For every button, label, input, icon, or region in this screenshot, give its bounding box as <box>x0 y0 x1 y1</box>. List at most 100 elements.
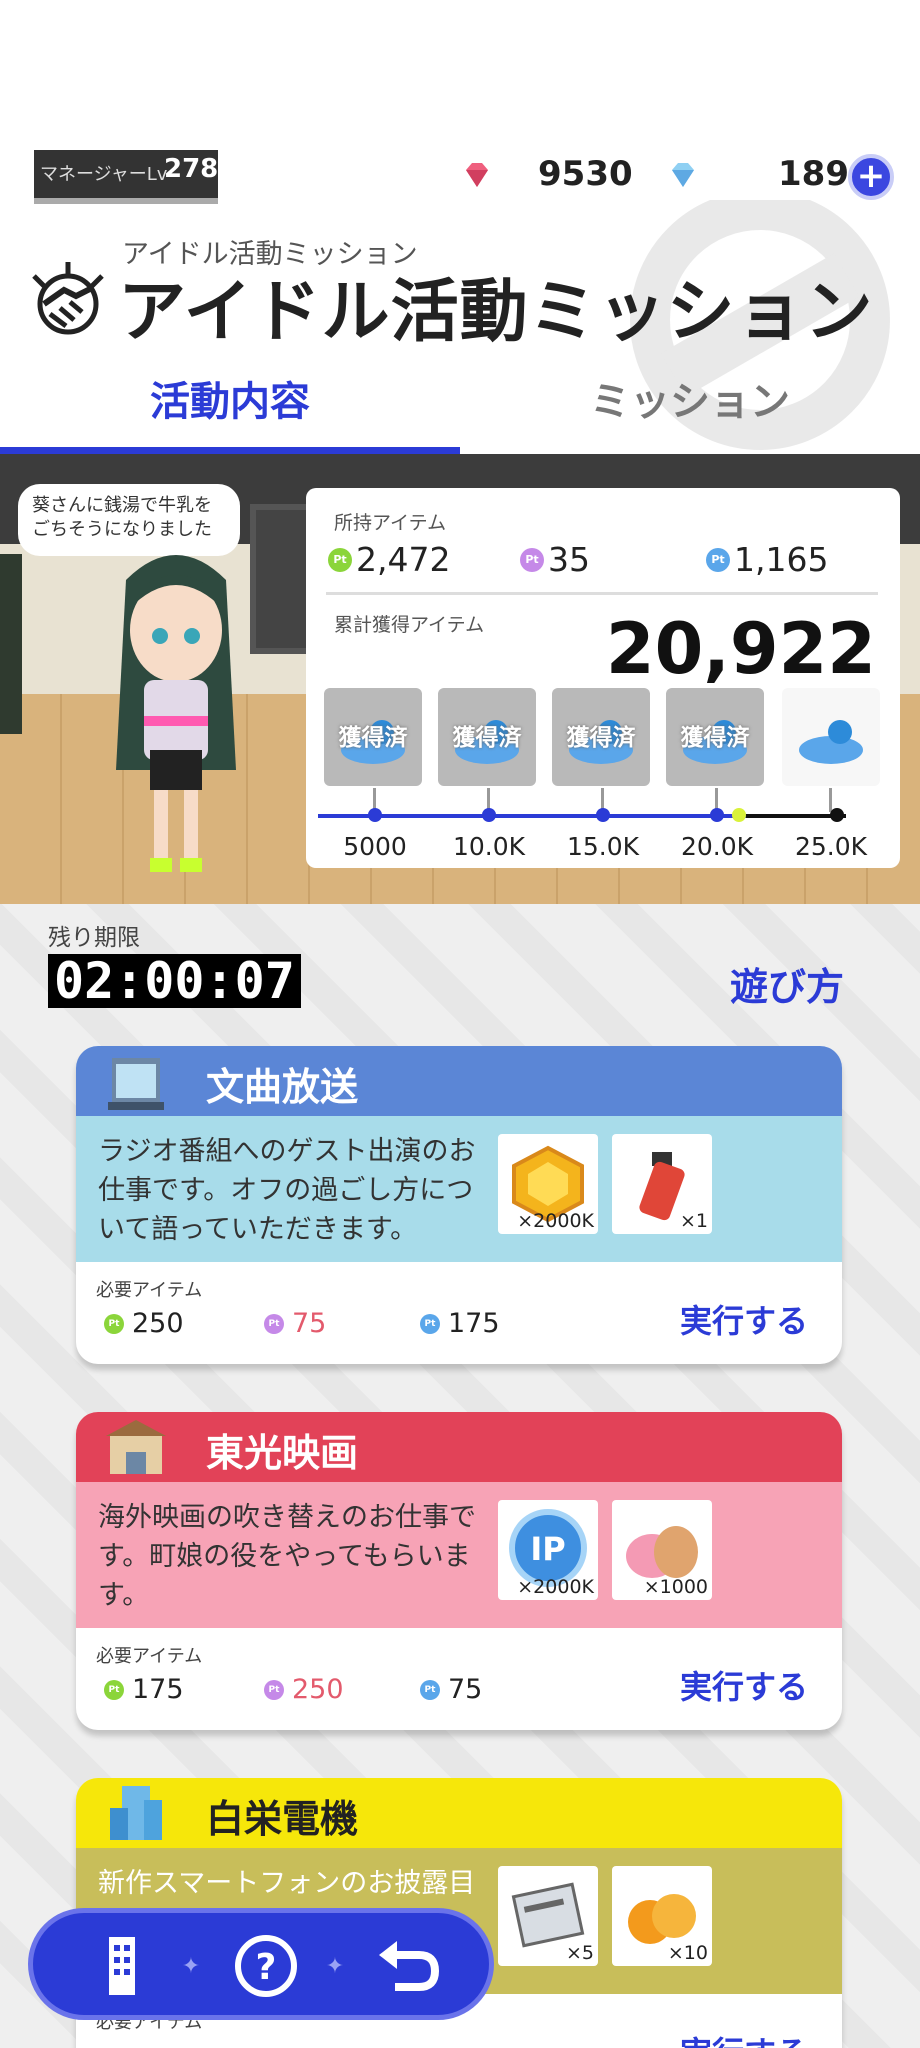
acquired-label: 獲得済 <box>680 725 750 751</box>
green-pt-icon: Pt <box>104 1679 124 1700</box>
milestone-reward[interactable]: 獲得済 <box>666 688 764 786</box>
red-gem-icon <box>462 160 492 190</box>
required-item-value: 75 <box>292 1308 327 1339</box>
acquired-label: 獲得済 <box>452 725 522 751</box>
purple-pt-icon: Pt <box>264 1313 284 1334</box>
milestone-label: 15.0K <box>566 832 640 861</box>
svg-text:IP: IP <box>530 1530 565 1568</box>
progress-node <box>830 808 844 822</box>
required-item-purple: Pt 75 <box>264 1308 326 1339</box>
building-icon <box>110 1786 162 1840</box>
mission-card-header: 文曲放送 <box>76 1046 842 1116</box>
reward-quantity: ×10 <box>667 1942 708 1964</box>
idol-character[interactable] <box>96 540 256 880</box>
execute-button[interactable]: 実行する <box>680 2028 808 2048</box>
milestone-reward[interactable] <box>782 688 880 786</box>
reward-quantity: ×1 <box>679 1210 708 1232</box>
acquired-label: 獲得済 <box>338 725 408 751</box>
tab-mission[interactable]: ミッション <box>460 362 920 454</box>
milestone-label: 5000 <box>343 832 407 861</box>
mission-card-header: 白栄電機 <box>76 1778 842 1848</box>
owned-item-value: 35 <box>548 540 590 579</box>
reward-item[interactable]: ×2000K <box>498 1134 598 1234</box>
milestone-tick <box>829 788 832 812</box>
owned-item-value: 1,165 <box>734 540 829 579</box>
mission-card: 東光映画 海外映画の吹き替えのお仕事です。町娘の役をやってもらいます。 IP ×… <box>76 1412 842 1730</box>
required-items-label: 必要アイテム <box>96 1280 203 1301</box>
progress-node <box>482 808 496 822</box>
execute-button[interactable]: 実行する <box>680 1662 808 1708</box>
purple-pt-icon: Pt <box>264 1679 284 1700</box>
back-arrow-icon[interactable] <box>373 1931 443 2001</box>
blue-gem-icon <box>668 160 698 190</box>
reward-quantity: ×5 <box>565 1942 594 1964</box>
bottom-nav: ✦ ? ✦ <box>28 1908 494 2020</box>
milestone-reward[interactable]: 獲得済 <box>552 688 650 786</box>
reward-item[interactable]: ×10 <box>612 1866 712 1966</box>
plus-icon[interactable]: + <box>848 154 894 200</box>
progress-node <box>710 808 724 822</box>
mission-card: 文曲放送 ラジオ番組へのゲスト出演のお仕事です。オフの過ごし方について語っていた… <box>76 1046 842 1364</box>
separator-sparkle-icon: ✦ <box>181 1954 201 1979</box>
required-items-label: 必要アイテム <box>96 1646 203 1667</box>
progress-node <box>596 808 610 822</box>
svg-text:?: ? <box>256 1947 277 1988</box>
mission-description: ラジオ番組へのゲスト出演のお仕事です。オフの過ごし方について語っていただきます。 <box>98 1136 476 1245</box>
help-icon[interactable]: ? <box>231 1931 301 2001</box>
mission-description-area: ラジオ番組へのゲスト出演のお仕事です。オフの過ごし方について語っていただきます。… <box>76 1116 842 1262</box>
reward-quantity: ×1000 <box>643 1576 708 1598</box>
green-pt-icon: Pt <box>104 1313 124 1334</box>
execute-button[interactable]: 実行する <box>680 1296 808 1342</box>
blue-pt-icon: Pt <box>420 1679 440 1700</box>
deadline-timer: 02:00:07 <box>48 954 301 1008</box>
milestone-label: 20.0K <box>680 832 754 861</box>
handshake-icon <box>32 262 104 335</box>
blue-pt-icon: Pt <box>420 1313 440 1334</box>
owned-item-green: Pt 2,472 <box>328 540 450 579</box>
speech-text: 葵さんに銭湯で牛乳を ごちそうになりました <box>32 495 212 540</box>
divider <box>326 592 878 595</box>
page-title: アイドル活動ミッション <box>118 273 874 352</box>
currency-blue-value: 189 <box>778 154 849 194</box>
milestone-label: 25.0K <box>794 832 868 861</box>
scene-board <box>0 554 22 734</box>
required-item-value: 250 <box>292 1674 344 1705</box>
reward-item[interactable]: ×1 <box>612 1134 712 1234</box>
tab-activity[interactable]: 活動内容 <box>0 362 460 454</box>
purple-pt-icon: Pt <box>520 547 544 572</box>
progress-track <box>318 808 878 822</box>
owned-items-label: 所持アイテム <box>334 512 447 534</box>
owned-item-purple: Pt 35 <box>520 540 590 579</box>
milestone-label: 10.0K <box>452 832 526 861</box>
reward-item[interactable]: ×5 <box>498 1866 598 1966</box>
required-item-blue: Pt 75 <box>420 1674 482 1705</box>
total-items-value: 20,922 <box>605 608 876 690</box>
progress-node <box>368 808 382 822</box>
cloud-reward-icon <box>799 720 863 764</box>
mission-name: 東光映画 <box>206 1431 359 1475</box>
reward-quantity: ×2000K <box>517 1210 594 1232</box>
building-icon <box>108 1058 164 1110</box>
mission-card-header: 東光映画 <box>76 1412 842 1482</box>
mission-description: 新作スマートフォンのお披露目 <box>98 1868 476 1899</box>
separator-sparkle-icon: ✦ <box>325 1954 345 1979</box>
acquired-label: 獲得済 <box>566 725 636 751</box>
progress-current-marker <box>732 808 746 822</box>
green-pt-icon: Pt <box>328 547 352 572</box>
manager-level-label: マネージャーLv <box>40 164 168 185</box>
manager-level-badge[interactable]: マネージャーLv 278 <box>34 150 218 204</box>
tab-bar: 活動内容 ミッション <box>0 362 920 454</box>
progress-fill <box>318 814 746 818</box>
how-to-play-link[interactable]: 遊び方 <box>730 956 844 1011</box>
mission-description: 海外映画の吹き替えのお仕事です。町娘の役をやってもらいます。 <box>98 1502 476 1611</box>
building-nav-icon[interactable] <box>87 1931 157 2001</box>
currency-red-value: 9530 <box>538 154 633 194</box>
mission-name: 文曲放送 <box>206 1065 359 1109</box>
required-item-purple: Pt 250 <box>264 1674 344 1705</box>
milestone-reward[interactable]: 獲得済 <box>324 688 422 786</box>
reward-item[interactable]: ×1000 <box>612 1500 712 1600</box>
milestone-reward[interactable]: 獲得済 <box>438 688 536 786</box>
reward-item[interactable]: IP ×2000K <box>498 1500 598 1600</box>
manager-level-value: 278 <box>164 154 219 184</box>
blue-pt-icon: Pt <box>706 547 730 572</box>
